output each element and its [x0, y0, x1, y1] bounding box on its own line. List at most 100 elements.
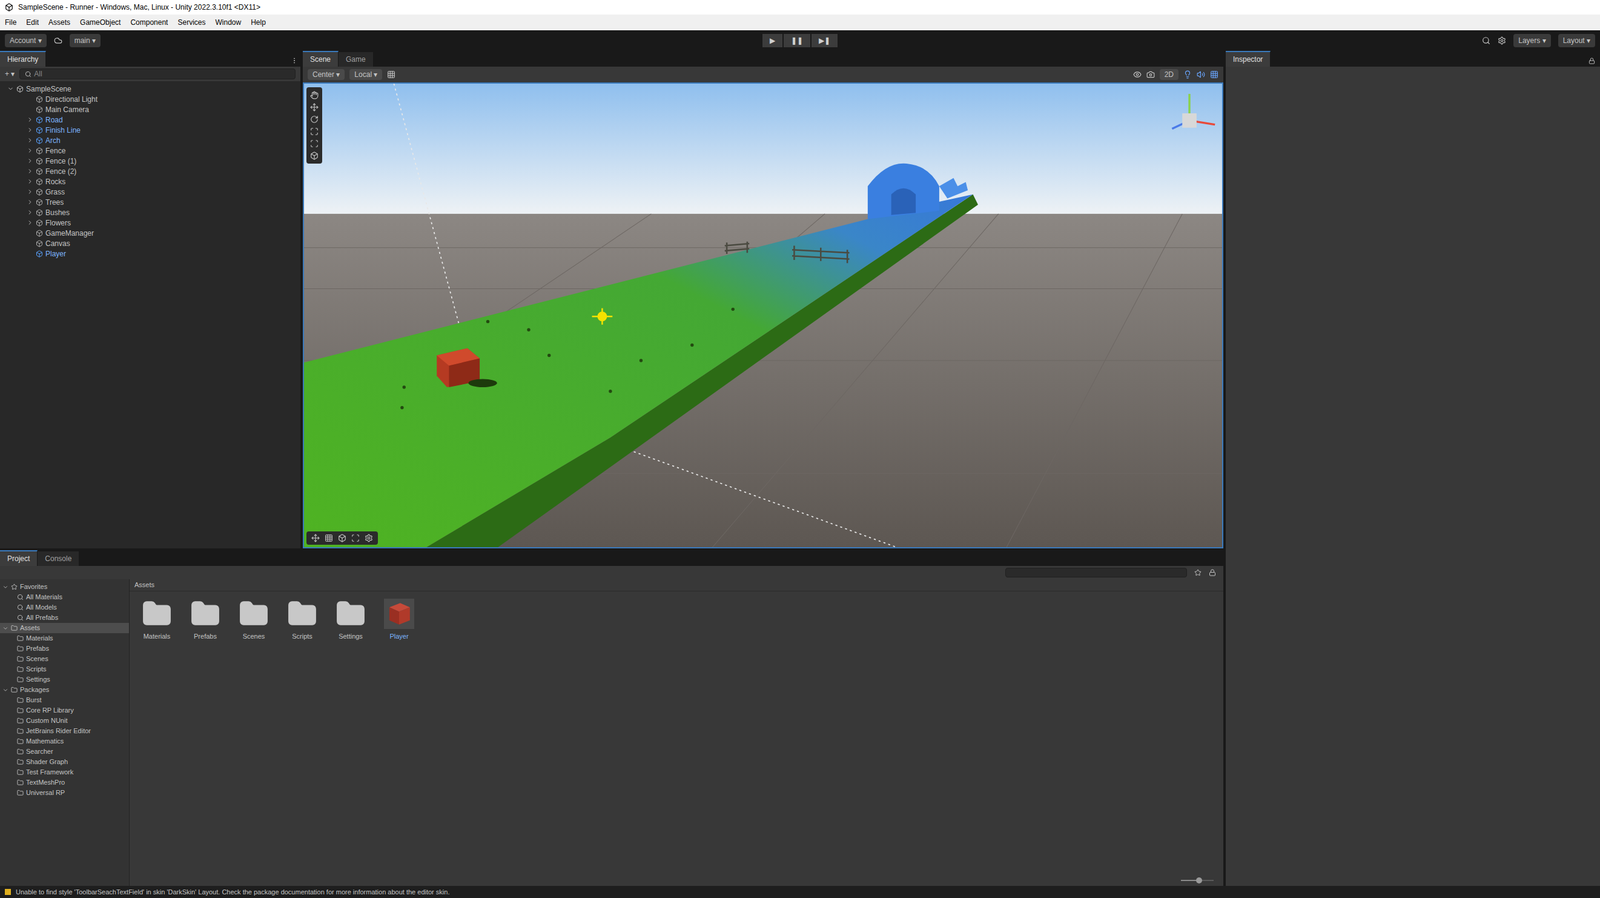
menu-item[interactable]: File — [4, 16, 17, 28]
project-tab[interactable]: Console — [37, 551, 80, 566]
breadcrumb-item[interactable]: Assets — [134, 579, 155, 590]
project-tree-item[interactable]: JetBrains Rider Editor — [0, 725, 129, 736]
project-tree-item[interactable]: Scenes — [0, 653, 129, 664]
hierarchy-tab[interactable]: Hierarchy — [0, 50, 47, 67]
project-tree-item[interactable]: Favorites — [0, 581, 129, 592]
hierarchy-row[interactable]: Grass — [0, 186, 301, 197]
hierarchy-row[interactable]: Directional Light — [0, 93, 301, 105]
scene-tab[interactable]: Scene — [302, 50, 339, 67]
expand-icon[interactable] — [26, 188, 34, 196]
hierarchy-row[interactable]: Main Camera — [0, 104, 301, 115]
hierarchy-row[interactable]: Bushes — [0, 207, 301, 218]
menu-item[interactable]: Edit — [26, 16, 39, 28]
hierarchy-row[interactable]: GameManager — [0, 227, 301, 239]
move-tool-icon[interactable] — [310, 102, 319, 112]
menu-item[interactable]: Assets — [48, 16, 71, 28]
rect-tool-icon[interactable] — [310, 139, 319, 148]
hierarchy-row[interactable]: Road — [0, 114, 301, 125]
menu-item[interactable]: GameObject — [79, 16, 121, 28]
project-tree-item[interactable]: All Prefabs — [0, 612, 129, 623]
toolbar-dropdown[interactable]: Layout ▾ — [1558, 33, 1596, 48]
expand-icon[interactable] — [2, 583, 9, 590]
settings-icon[interactable] — [1497, 36, 1507, 45]
cloud-icon[interactable] — [53, 36, 63, 45]
grid-snap-icon[interactable] — [386, 70, 396, 79]
project-tree-item[interactable]: Test Framework — [0, 766, 129, 777]
branch-button[interactable]: main ▾ — [69, 33, 101, 48]
add-button[interactable]: + ▾ — [4, 68, 15, 80]
hand-tool-icon[interactable] — [310, 90, 319, 100]
space-dropdown[interactable]: Local ▾ — [349, 69, 383, 80]
grid-icon[interactable] — [324, 533, 334, 543]
asset-item[interactable]: Scenes — [234, 598, 273, 875]
hierarchy-row[interactable]: Fence (2) — [0, 165, 301, 177]
project-tree-item[interactable]: Shader Graph — [0, 756, 129, 767]
audio-icon[interactable] — [1196, 70, 1206, 79]
pivot-dropdown[interactable]: Center ▾ — [307, 69, 345, 80]
project-tree-item[interactable]: All Models — [0, 601, 129, 613]
hierarchy-row[interactable]: Fence (1) — [0, 155, 301, 166]
asset-item[interactable]: Settings — [331, 598, 370, 875]
play-control-button[interactable]: ▶ — [762, 33, 783, 48]
play-control-button[interactable]: ❚❚ — [783, 33, 811, 48]
asset-item[interactable]: Player — [380, 598, 418, 875]
scene-row[interactable]: SampleScene — [0, 83, 301, 94]
scene-view-render[interactable] — [304, 83, 1223, 547]
project-tree-item[interactable]: Packages — [0, 684, 129, 695]
hierarchy-row[interactable]: Canvas — [0, 238, 301, 249]
project-tree-item[interactable]: Searcher — [0, 746, 129, 757]
hierarchy-row[interactable]: Flowers — [0, 217, 301, 228]
project-search[interactable] — [1005, 567, 1187, 578]
lock-icon[interactable] — [1588, 57, 1596, 65]
project-tree-item[interactable]: Mathematics — [0, 735, 129, 747]
project-tree-item[interactable]: Universal RP — [0, 787, 129, 798]
search-icon[interactable] — [1481, 36, 1491, 45]
asset-item[interactable]: Prefabs — [186, 598, 225, 875]
menu-item[interactable]: Component — [130, 16, 168, 28]
project-tree-item[interactable]: Materials — [0, 632, 129, 644]
expand-icon[interactable] — [7, 85, 14, 93]
toolbar-dropdown[interactable]: Layers ▾ — [1513, 33, 1551, 48]
hierarchy-row[interactable]: Player — [0, 248, 301, 259]
project-tree-item[interactable]: Prefabs — [0, 643, 129, 654]
hierarchy-row[interactable]: Fence — [0, 145, 301, 156]
expand-icon[interactable] — [26, 208, 34, 216]
asset-item[interactable]: Scripts — [283, 598, 321, 875]
menu-item[interactable]: Services — [177, 16, 206, 28]
hierarchy-row[interactable]: Arch — [0, 135, 301, 146]
project-tree-item[interactable]: Settings — [0, 674, 129, 685]
hierarchy-row[interactable]: Trees — [0, 196, 301, 208]
play-control-button[interactable]: ▶❚ — [811, 33, 838, 48]
expand-icon[interactable] — [26, 136, 34, 144]
icon-size-slider[interactable] — [1180, 879, 1214, 881]
status-message[interactable]: Unable to find style 'ToolbarSeachTextFi… — [15, 886, 450, 897]
inspector-tab[interactable]: Inspector — [1225, 50, 1271, 67]
expand-icon[interactable] — [26, 157, 34, 165]
asset-item[interactable]: Materials — [138, 598, 176, 875]
project-tree-item[interactable]: Scripts — [0, 663, 129, 675]
project-tree-item[interactable]: All Materials — [0, 591, 129, 602]
panel-menu-icon[interactable] — [290, 56, 298, 65]
project-tree-item[interactable]: Core RP Library — [0, 704, 129, 716]
visibility-icon[interactable] — [1133, 70, 1142, 79]
project-tab[interactable]: Project — [0, 549, 38, 566]
project-tree-item[interactable]: Custom NUnit — [0, 715, 129, 726]
rotate-tool-icon[interactable] — [310, 115, 319, 124]
expand-icon[interactable] — [2, 686, 9, 693]
view-mode-toggle[interactable]: 2D — [1159, 69, 1179, 80]
expand-icon[interactable] — [2, 624, 9, 632]
account-button[interactable]: Account ▾ — [4, 33, 47, 48]
expand-icon[interactable] — [26, 178, 34, 185]
project-tree-item[interactable]: Burst — [0, 694, 129, 705]
move-icon[interactable] — [311, 533, 320, 543]
expand-icon[interactable] — [26, 219, 34, 226]
expand-icon[interactable] — [26, 116, 34, 123]
expand-icon[interactable] — [26, 167, 34, 175]
settings-icon[interactable] — [364, 533, 374, 543]
menu-item[interactable]: Window — [214, 16, 242, 28]
hierarchy-row[interactable]: Finish Line — [0, 124, 301, 136]
slider-thumb[interactable] — [1196, 876, 1203, 883]
lock-icon[interactable] — [1208, 568, 1217, 576]
expand-icon[interactable] — [26, 147, 34, 154]
project-tree-item[interactable]: TextMeshPro — [0, 776, 129, 788]
